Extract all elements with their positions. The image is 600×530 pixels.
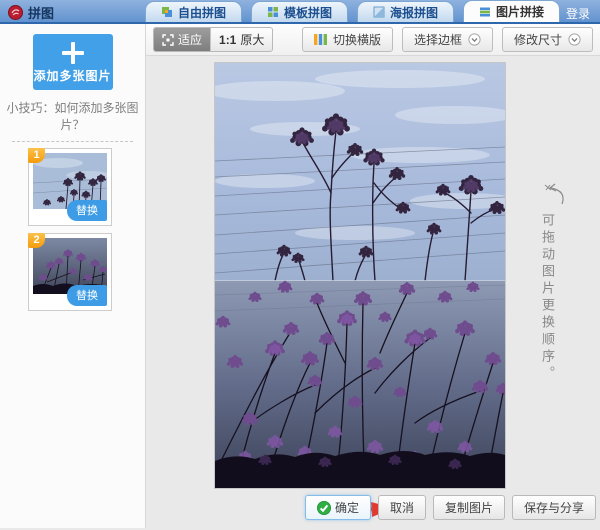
canvas-toolbar: 适应 1:1 原大 切换横版 选择边框 修改尺寸 — [146, 24, 600, 56]
cancel-label: 取消 — [389, 501, 414, 515]
replace-button-1[interactable]: 替换 — [67, 200, 107, 221]
top-bar: 拼图 自由拼图 模板拼图 海报拼图 图片拼接 登录 — [0, 0, 600, 24]
main-panel: 适应 1:1 原大 切换横版 选择边框 修改尺寸 可拖动图片更换顺序。 确定 取… — [146, 24, 600, 528]
switch-horizontal-label: 切换横版 — [332, 33, 381, 47]
chevron-down-icon — [568, 33, 581, 46]
tip-link[interactable]: 小技巧：如何添加多张图片？ — [0, 99, 145, 133]
tab-bar: 自由拼图 模板拼图 海报拼图 图片拼接 — [145, 0, 561, 22]
poster-collage-icon — [373, 6, 385, 18]
free-collage-icon — [162, 7, 172, 17]
sidebar: 添加多张图片 小技巧：如何添加多张图片？ 1 替换 2 替换 — [0, 24, 146, 528]
add-images-label: 添加多张图片 — [33, 69, 112, 83]
curl-arrow-icon — [544, 183, 564, 205]
tab-image-stitch[interactable]: 图片拼接 — [463, 0, 561, 22]
copy-image-button[interactable]: 复制图片 — [432, 495, 505, 520]
switch-horizontal-icon — [313, 34, 327, 45]
app-logo-icon — [8, 5, 23, 20]
app-title: 拼图 — [28, 6, 55, 21]
template-collage-icon — [268, 7, 279, 17]
original-size-button[interactable]: 1:1 原大 — [210, 28, 272, 51]
zoom-segment: 适应 1:1 原大 — [153, 27, 274, 52]
resize-button[interactable]: 修改尺寸 — [501, 27, 593, 52]
replace-button-2[interactable]: 替换 — [67, 285, 107, 306]
fit-view-button[interactable]: 适应 — [154, 28, 211, 51]
plus-icon — [61, 42, 84, 64]
image-stitch-icon — [480, 7, 491, 16]
resize-label: 修改尺寸 — [513, 33, 562, 47]
tab-free-collage[interactable]: 自由拼图 — [145, 1, 243, 22]
action-bar: 确定 取消 复制图片 保存与分享 — [304, 495, 596, 520]
login-link[interactable]: 登录 — [566, 5, 590, 22]
stitched-image[interactable] — [214, 62, 506, 489]
add-images-button[interactable]: 添加多张图片 — [32, 34, 113, 90]
canvas-area: 可拖动图片更换顺序。 确定 取消 复制图片 保存与分享 — [146, 56, 600, 528]
original-label: 原大 — [240, 33, 265, 47]
tab-poster-collage[interactable]: 海报拼图 — [357, 1, 455, 22]
confirm-button[interactable]: 确定 — [304, 495, 371, 520]
tab-template-collage[interactable]: 模板拼图 — [251, 1, 349, 22]
check-icon — [316, 500, 331, 515]
thumbnail-item-2[interactable]: 2 替换 — [28, 233, 112, 311]
copy-image-label: 复制图片 — [444, 501, 493, 515]
drag-hint-text: 可拖动图片更换顺序。 — [540, 213, 555, 383]
confirm-label: 确定 — [334, 501, 359, 515]
ratio-label: 1:1 — [219, 32, 237, 47]
tab-label: 海报拼图 — [390, 5, 439, 20]
save-share-label: 保存与分享 — [523, 501, 584, 515]
app-window: 拼图 自由拼图 模板拼图 海报拼图 图片拼接 登录 添加多张图片 小技巧：如何添… — [0, 0, 600, 530]
thumbnail-item-1[interactable]: 1 替换 — [28, 148, 112, 226]
app-logo: 拼图 — [8, 3, 54, 22]
tab-label: 自由拼图 — [178, 5, 227, 20]
cancel-button[interactable]: 取消 — [377, 495, 426, 520]
toolbar-right-group: 切换横版 选择边框 修改尺寸 — [301, 27, 593, 52]
tab-label: 模板拼图 — [284, 5, 333, 20]
select-border-button[interactable]: 选择边框 — [401, 27, 493, 52]
save-share-button[interactable]: 保存与分享 — [511, 495, 596, 520]
chevron-down-icon — [468, 33, 481, 46]
fit-icon — [162, 33, 174, 46]
switch-horizontal-button[interactable]: 切换横版 — [301, 27, 393, 52]
tab-label: 图片拼接 — [496, 5, 545, 19]
drag-hint-note: 可拖动图片更换顺序。 — [538, 182, 572, 383]
fit-label: 适应 — [178, 33, 203, 47]
divider — [12, 141, 133, 142]
select-border-label: 选择边框 — [413, 33, 462, 47]
content-area: 添加多张图片 小技巧：如何添加多张图片？ 1 替换 2 替换 适应 1:1 原大… — [0, 24, 600, 528]
